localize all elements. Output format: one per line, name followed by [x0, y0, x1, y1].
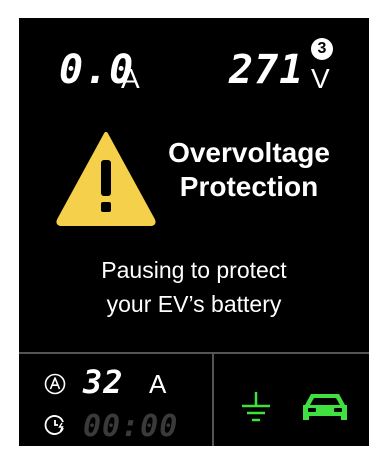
horizontal-divider — [19, 352, 369, 354]
ampere-icon — [44, 373, 66, 395]
clock-charge-icon — [44, 415, 64, 435]
current-limit-readout: 32 — [83, 363, 124, 401]
alert-message-line2: your EV’s battery — [106, 291, 282, 317]
current-unit: A — [121, 63, 140, 94]
car-icon — [303, 394, 347, 420]
alert-message-line1: Pausing to protect — [101, 257, 287, 283]
alert-message: Pausing to protect your EV’s battery — [39, 253, 349, 321]
warning-triangle-icon — [56, 132, 156, 226]
alert-title-line2: Protection — [179, 171, 319, 202]
alert-title: Overvoltage Protection — [149, 136, 349, 204]
charger-display: 0.0 A 271 V 3 Overvoltage Protection Pau… — [19, 18, 369, 446]
ground-icon — [242, 392, 270, 422]
current-limit-unit: A — [149, 369, 167, 399]
timer-readout: 00:00 — [83, 409, 179, 444]
voltage-readout: 271 — [229, 47, 305, 93]
vertical-divider — [212, 354, 214, 446]
alert-title-line1: Overvoltage — [168, 137, 330, 168]
phase-badge: 3 — [311, 38, 333, 60]
voltage-unit: V — [311, 63, 330, 94]
